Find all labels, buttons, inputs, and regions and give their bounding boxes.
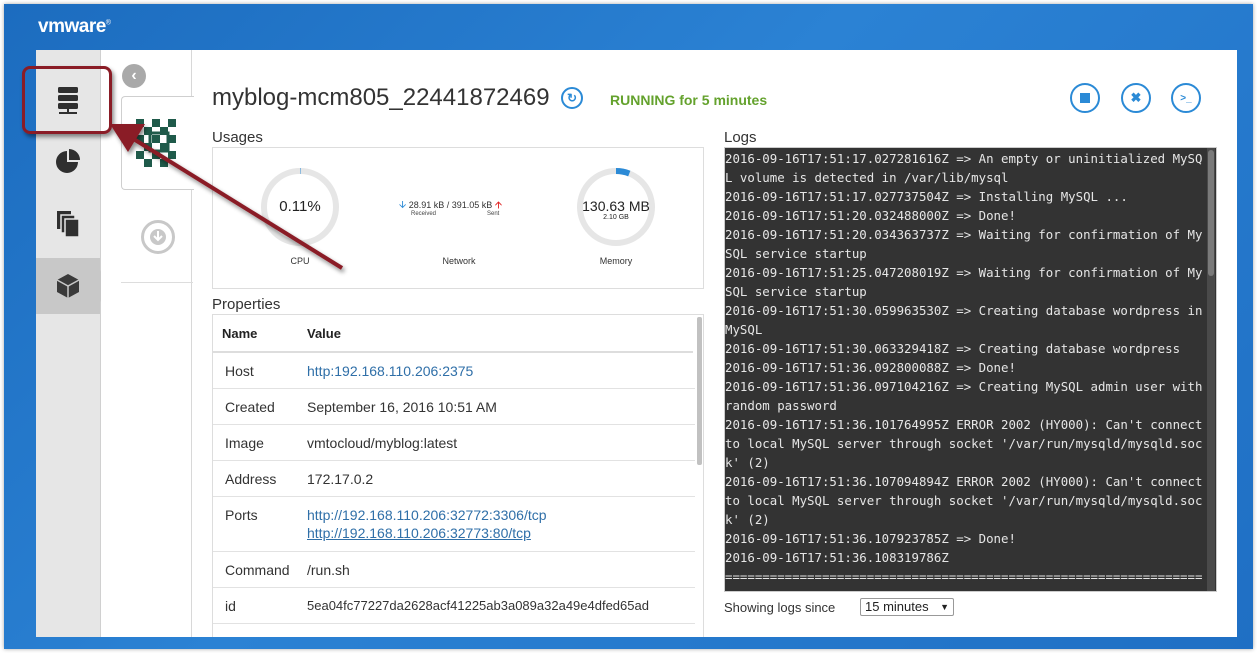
- properties-scrollbar[interactable]: [697, 317, 702, 465]
- table-row: Created September 16, 2016 10:51 AM: [213, 389, 695, 425]
- port-link-2[interactable]: http://192.168.110.206:32773:80/tcp: [307, 525, 531, 541]
- sent-label: Sent: [487, 211, 500, 217]
- stop-icon: [1080, 93, 1090, 103]
- stop-button[interactable]: [1070, 83, 1100, 113]
- table-row: Host http:192.168.110.206:2375: [213, 353, 695, 389]
- cpu-label: CPU: [290, 256, 310, 266]
- cpu-gauge: 0.11%: [259, 166, 341, 248]
- table-row: Command /run.sh: [213, 552, 695, 588]
- arrow-down-icon: 🡫: [399, 200, 407, 211]
- app-window: ‹ myblog-mcm805_22441872469 ↻ RUNNING fo…: [36, 50, 1237, 637]
- properties-title: Properties: [212, 296, 281, 313]
- status-badge: RUNNING for 5 minutes: [610, 92, 768, 108]
- terminal-icon: >_: [1180, 92, 1192, 104]
- nav-resources[interactable]: [36, 133, 100, 189]
- memory-limit: 2.10 GB: [603, 214, 629, 221]
- table-row: Image vmtocloud/myblog:latest: [213, 425, 695, 461]
- table-row: Address 172.17.0.2: [213, 461, 695, 497]
- port-link-1[interactable]: http://192.168.110.206:32772:3306/tcp: [307, 507, 547, 523]
- screenshot-frame: vmware® ‹ myblog-mcm805_22441872469 ↻ RU…: [4, 4, 1253, 649]
- disk-download-icon: [141, 220, 175, 254]
- nav-templates[interactable]: [36, 196, 100, 252]
- col-value: Value: [307, 326, 341, 341]
- cpu-value: 0.11%: [279, 198, 321, 215]
- vmware-logo: vmware®: [38, 16, 111, 37]
- logs-since-select[interactable]: 15 minutes ▼: [860, 598, 954, 616]
- left-nav: [36, 50, 110, 637]
- container-box-icon: [56, 274, 80, 298]
- nav-containers[interactable]: [36, 258, 110, 314]
- logs-text: 2016-09-16T17:51:17.027281616Z => An emp…: [725, 151, 1203, 591]
- container-image-icon: [136, 119, 176, 167]
- logs-title: Logs: [724, 129, 757, 146]
- container-list-panel: ‹: [101, 50, 194, 637]
- network-received: 28.91 kB: [408, 200, 445, 210]
- remove-button[interactable]: ✖: [1121, 83, 1151, 113]
- container-name: myblog-mcm805_22441872469: [212, 84, 550, 111]
- annotation-highlight-box: [22, 66, 112, 134]
- received-label: Received: [411, 211, 437, 217]
- logs-console: 2016-09-16T17:51:17.027281616Z => An emp…: [724, 147, 1217, 592]
- chevron-down-icon: ▼: [940, 602, 949, 612]
- container-details: myblog-mcm805_22441872469 ↻ RUNNING for …: [192, 50, 1237, 637]
- memory-label: Memory: [599, 256, 633, 266]
- table-header: Name Value: [213, 315, 693, 353]
- usages-title: Usages: [212, 129, 263, 146]
- arrow-up-icon: 🡩: [494, 200, 503, 211]
- pie-chart-icon: [56, 149, 80, 173]
- network-sent: 391.05 kB: [451, 200, 493, 210]
- memory-value: 130.63 MB: [582, 198, 650, 214]
- logs-scrollbar[interactable]: [1207, 148, 1215, 591]
- back-icon[interactable]: ‹: [122, 64, 146, 88]
- shell-button[interactable]: >_: [1171, 83, 1201, 113]
- container-thumbnail-2[interactable]: [121, 200, 193, 283]
- network-stats: 🡫 28.91 kB / 391.05 kB 🡩 Received Sent: [399, 200, 503, 217]
- container-thumbnail-selected[interactable]: [121, 96, 194, 190]
- close-icon: ✖: [1130, 90, 1142, 105]
- table-row: Ports http://192.168.110.206:32772:3306/…: [213, 497, 695, 552]
- copy-pages-icon: [57, 211, 80, 238]
- memory-gauge: 130.63 MB 2.10 GB: [575, 166, 657, 248]
- logs-since-label: Showing logs since: [724, 600, 836, 615]
- refresh-icon[interactable]: ↻: [561, 87, 583, 109]
- properties-table: Name Value Host http:192.168.110.206:237…: [212, 314, 704, 637]
- usages-panel: 0.11% CPU 🡫 28.91 kB / 391.05 kB 🡩 Recei…: [212, 147, 704, 289]
- network-label: Network: [442, 256, 476, 266]
- logs-scroll-thumb[interactable]: [1208, 150, 1214, 276]
- host-link[interactable]: http:192.168.110.206:2375: [307, 363, 473, 379]
- col-name: Name: [222, 326, 258, 341]
- table-row: id 5ea04fc77227da2628acf41225ab3a089a32a…: [213, 588, 695, 624]
